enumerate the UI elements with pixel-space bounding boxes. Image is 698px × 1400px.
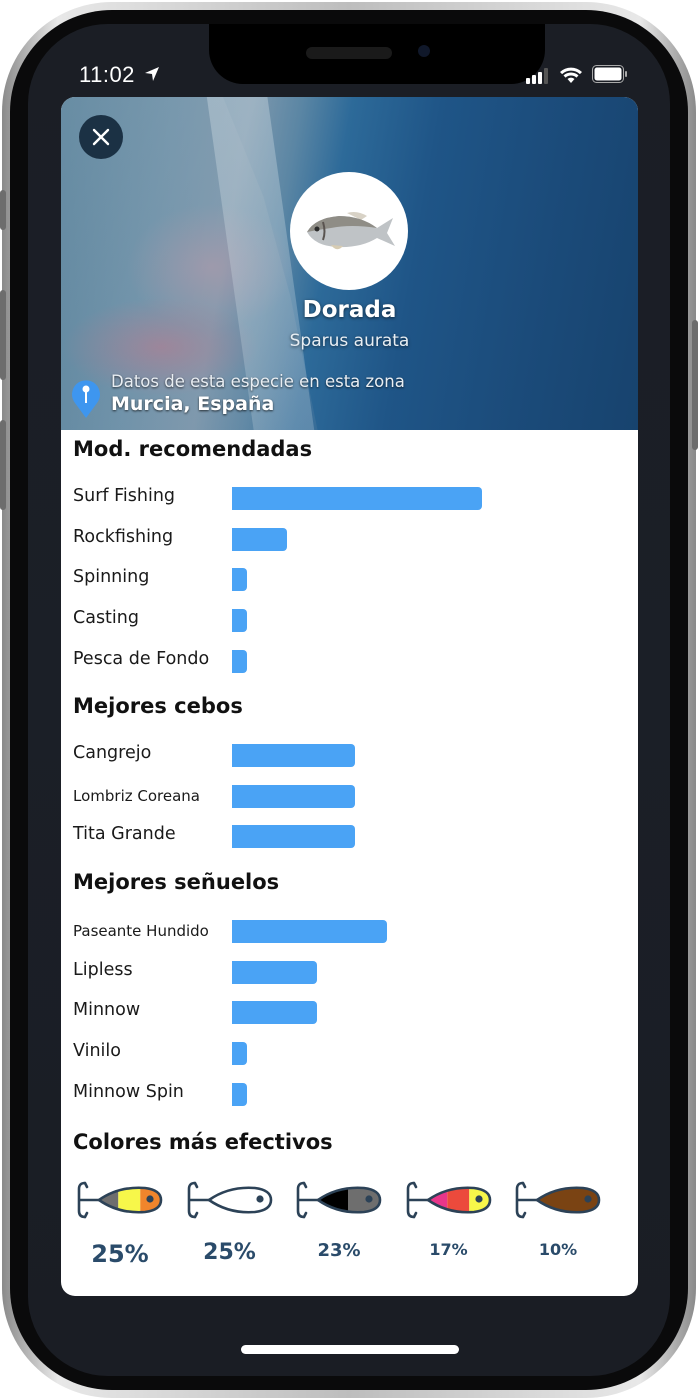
- lures-row-label: Minnow: [73, 1000, 141, 1021]
- baits-row-label: Lombriz Coreana: [73, 786, 200, 805]
- lures-row-label: Paseante Hundido: [73, 922, 209, 940]
- lures-row-label: Lipless: [73, 959, 133, 980]
- map-pin-icon: [72, 380, 100, 418]
- species-avatar: [290, 172, 408, 290]
- lures-row-bar: [232, 960, 317, 984]
- lure-gray-yellow-orange-icon: [77, 1181, 163, 1219]
- lures-row-bar: [232, 920, 387, 943]
- lure-black-gray-icon: [296, 1181, 382, 1219]
- color-percent: 25%: [91, 1240, 149, 1268]
- cellular-signal-icon: [526, 68, 548, 84]
- power-button: [692, 320, 698, 450]
- home-indicator[interactable]: [241, 1345, 459, 1354]
- modalities-row-label: Surf Fishing: [73, 486, 176, 506]
- modalities-row-bar: [232, 527, 287, 551]
- status-time: 11:02: [79, 62, 135, 87]
- lure-white-icon: [187, 1181, 272, 1219]
- baits-row-bar: [232, 744, 355, 767]
- section-title-colors: Colores más efectivos: [73, 1130, 333, 1154]
- modalities-row-label: Casting: [73, 608, 139, 629]
- zone-place: Murcia, España: [111, 393, 275, 415]
- speaker: [306, 47, 392, 59]
- zone-label: Datos de esta especie en esta zona: [111, 372, 405, 391]
- color-percent: 23%: [317, 1240, 361, 1261]
- baits-row-bar: [232, 784, 355, 808]
- modalities-row-label: Pesca de Fondo: [73, 648, 210, 669]
- lures-row-bar: [232, 1042, 247, 1066]
- lures-row-label: Vinilo: [73, 1041, 121, 1062]
- fish-image: [307, 212, 395, 250]
- lure-brown-icon: [515, 1181, 601, 1219]
- modalities-row-label: Spinning: [73, 567, 150, 588]
- species-name: Dorada: [302, 297, 397, 323]
- color-percent: 25%: [203, 1240, 256, 1265]
- section-title-baits: Mejores cebos: [73, 694, 243, 718]
- header-map-background: Dorada Sparus aurata Datos de esta espec…: [61, 97, 638, 430]
- volume-up-button: [0, 290, 6, 380]
- front-camera: [418, 45, 430, 57]
- mute-switch: [0, 190, 6, 230]
- lure-pink-red-yellow-icon: [406, 1181, 491, 1219]
- baits-row-label: Cangrejo: [73, 743, 152, 763]
- modalities-row-label: Rockfishing: [73, 526, 174, 547]
- section-title-lures: Mejores señuelos: [73, 870, 280, 894]
- color-percent: 10%: [538, 1240, 578, 1259]
- wifi-icon: [560, 67, 582, 83]
- baits-row-bar: [232, 825, 355, 849]
- close-icon: [92, 128, 110, 146]
- lures-row-bar: [232, 1001, 317, 1025]
- baits-row-label: Tita Grande: [73, 824, 176, 845]
- scientific-name: Sparus aurata: [289, 331, 410, 351]
- section-title-modalities: Mod. recomendadas: [73, 437, 313, 461]
- close-button[interactable]: [79, 115, 123, 159]
- modalities-row-bar: [232, 649, 247, 673]
- modalities-row-bar: [232, 568, 247, 592]
- species-card: Dorada Sparus aurata Datos de esta espec…: [61, 97, 638, 1296]
- modalities-row-bar: [232, 487, 482, 510]
- modalities-row-bar: [232, 609, 247, 633]
- battery-icon: [592, 65, 627, 83]
- lures-row-label: Minnow Spin: [73, 1081, 184, 1102]
- location-arrow-icon: [145, 67, 159, 81]
- color-percent: 17%: [429, 1240, 468, 1259]
- lures-row-bar: [232, 1082, 247, 1106]
- volume-down-button: [0, 420, 6, 510]
